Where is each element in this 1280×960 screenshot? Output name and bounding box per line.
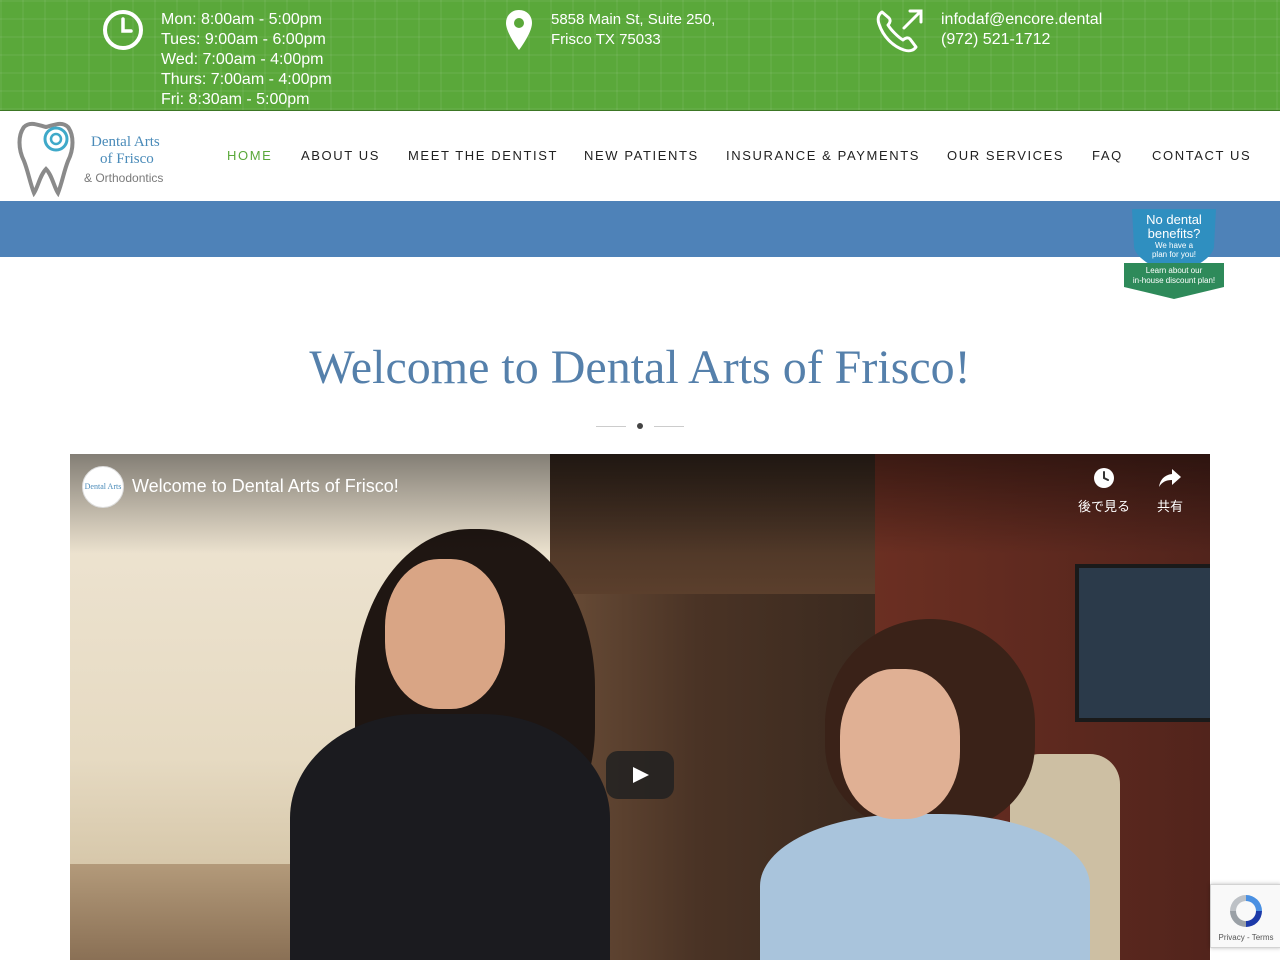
top-info-bar: Mon: 8:00am - 5:00pm Tues: 9:00am - 6:00…: [0, 0, 1280, 111]
share-arrow-icon: [1159, 469, 1181, 487]
hero-band: [0, 201, 1280, 257]
contact-info: infodaf@encore.dental (972) 521-1712: [941, 10, 1102, 50]
badge-headline: No dental benefits?: [1122, 213, 1226, 241]
nav-insurance-payments[interactable]: INSURANCE & PAYMENTS: [726, 148, 920, 163]
share-label: 共有: [1156, 499, 1183, 514]
channel-avatar-label: Dental Arts: [84, 482, 122, 491]
video-top-gradient: [70, 454, 1210, 554]
recaptcha-icon: [1230, 895, 1262, 927]
clock-icon: [1094, 468, 1114, 488]
video-title[interactable]: Welcome to Dental Arts of Frisco!: [132, 476, 399, 497]
play-button[interactable]: [606, 751, 674, 799]
badge-cta: Learn about our in-house discount plan!: [1122, 266, 1226, 286]
badge-subline: We have a plan for you!: [1122, 241, 1226, 259]
video-frame-patient-face: [840, 669, 960, 819]
play-icon: [633, 767, 649, 783]
watch-later-button[interactable]: 後で見る: [1069, 466, 1139, 514]
email-link[interactable]: infodaf@encore.dental: [941, 10, 1102, 30]
nav-about-us[interactable]: ABOUT US: [301, 148, 380, 163]
nav-our-services[interactable]: OUR SERVICES: [947, 148, 1064, 163]
page-title: Welcome to Dental Arts of Frisco!: [309, 341, 971, 394]
recaptcha-privacy-terms[interactable]: Privacy - Terms: [1211, 933, 1280, 942]
nav-home[interactable]: HOME: [227, 148, 272, 163]
youtube-video-player[interactable]: Dental Arts Welcome to Dental Arts of Fr…: [70, 454, 1210, 960]
divider-line-right: [654, 426, 684, 427]
badge-line-3: We have a: [1154, 241, 1194, 250]
logo-tagline: & Orthodontics: [84, 171, 164, 185]
hours-fri: Fri: 8:30am - 5:00pm: [161, 91, 310, 108]
hours-tue: Tues: 9:00am - 6:00pm: [161, 31, 326, 48]
badge-line-2: benefits?: [1147, 226, 1201, 241]
address-line-2: Frisco TX 75033: [551, 31, 661, 48]
map-pin-icon: [504, 8, 534, 57]
site-header: Dental Arts of Frisco & Orthodontics HOM…: [0, 111, 1280, 201]
hours-wed: Wed: 7:00am - 4:00pm: [161, 51, 324, 68]
recaptcha-badge[interactable]: Privacy - Terms: [1210, 884, 1280, 948]
nav-contact-us[interactable]: CONTACT US: [1152, 148, 1251, 163]
phone-icon: [874, 6, 926, 59]
nav-meet-the-dentist[interactable]: MEET THE DENTIST: [408, 148, 558, 163]
video-frame-patient-body: [760, 814, 1090, 960]
office-address[interactable]: 5858 Main St, Suite 250, Frisco TX 75033: [551, 10, 715, 50]
divider-dot: [637, 423, 643, 429]
badge-line-1: No dental: [1146, 212, 1202, 227]
hours-mon: Mon: 8:00am - 5:00pm: [161, 11, 322, 28]
nav-faq[interactable]: FAQ: [1092, 148, 1123, 163]
video-frame-monitor: [1075, 564, 1210, 722]
phone-link[interactable]: (972) 521-1712: [941, 30, 1102, 50]
video-frame-dentist-face: [385, 559, 505, 709]
watch-later-label: 後で見る: [1077, 499, 1130, 514]
office-hours: Mon: 8:00am - 5:00pm Tues: 9:00am - 6:00…: [161, 10, 332, 110]
share-button[interactable]: 共有: [1135, 466, 1205, 514]
nav-new-patients[interactable]: NEW PATIENTS: [584, 148, 699, 163]
address-line-1: 5858 Main St, Suite 250,: [551, 11, 716, 28]
hours-thu: Thurs: 7:00am - 4:00pm: [161, 71, 332, 88]
discount-plan-badge[interactable]: No dental benefits? We have a plan for y…: [1122, 207, 1226, 301]
main-nav: HOME ABOUT US MEET THE DENTIST NEW PATIE…: [0, 148, 1280, 164]
channel-avatar[interactable]: Dental Arts: [82, 466, 124, 508]
badge-line-4: plan for you!: [1151, 250, 1197, 259]
heading-divider: [596, 420, 684, 432]
divider-line-left: [596, 426, 626, 427]
clock-icon: [102, 9, 144, 56]
video-frame-dentist-body: [290, 714, 610, 960]
badge-line-5: Learn about our: [1145, 266, 1203, 275]
badge-line-6: in-house discount plan!: [1132, 276, 1216, 285]
